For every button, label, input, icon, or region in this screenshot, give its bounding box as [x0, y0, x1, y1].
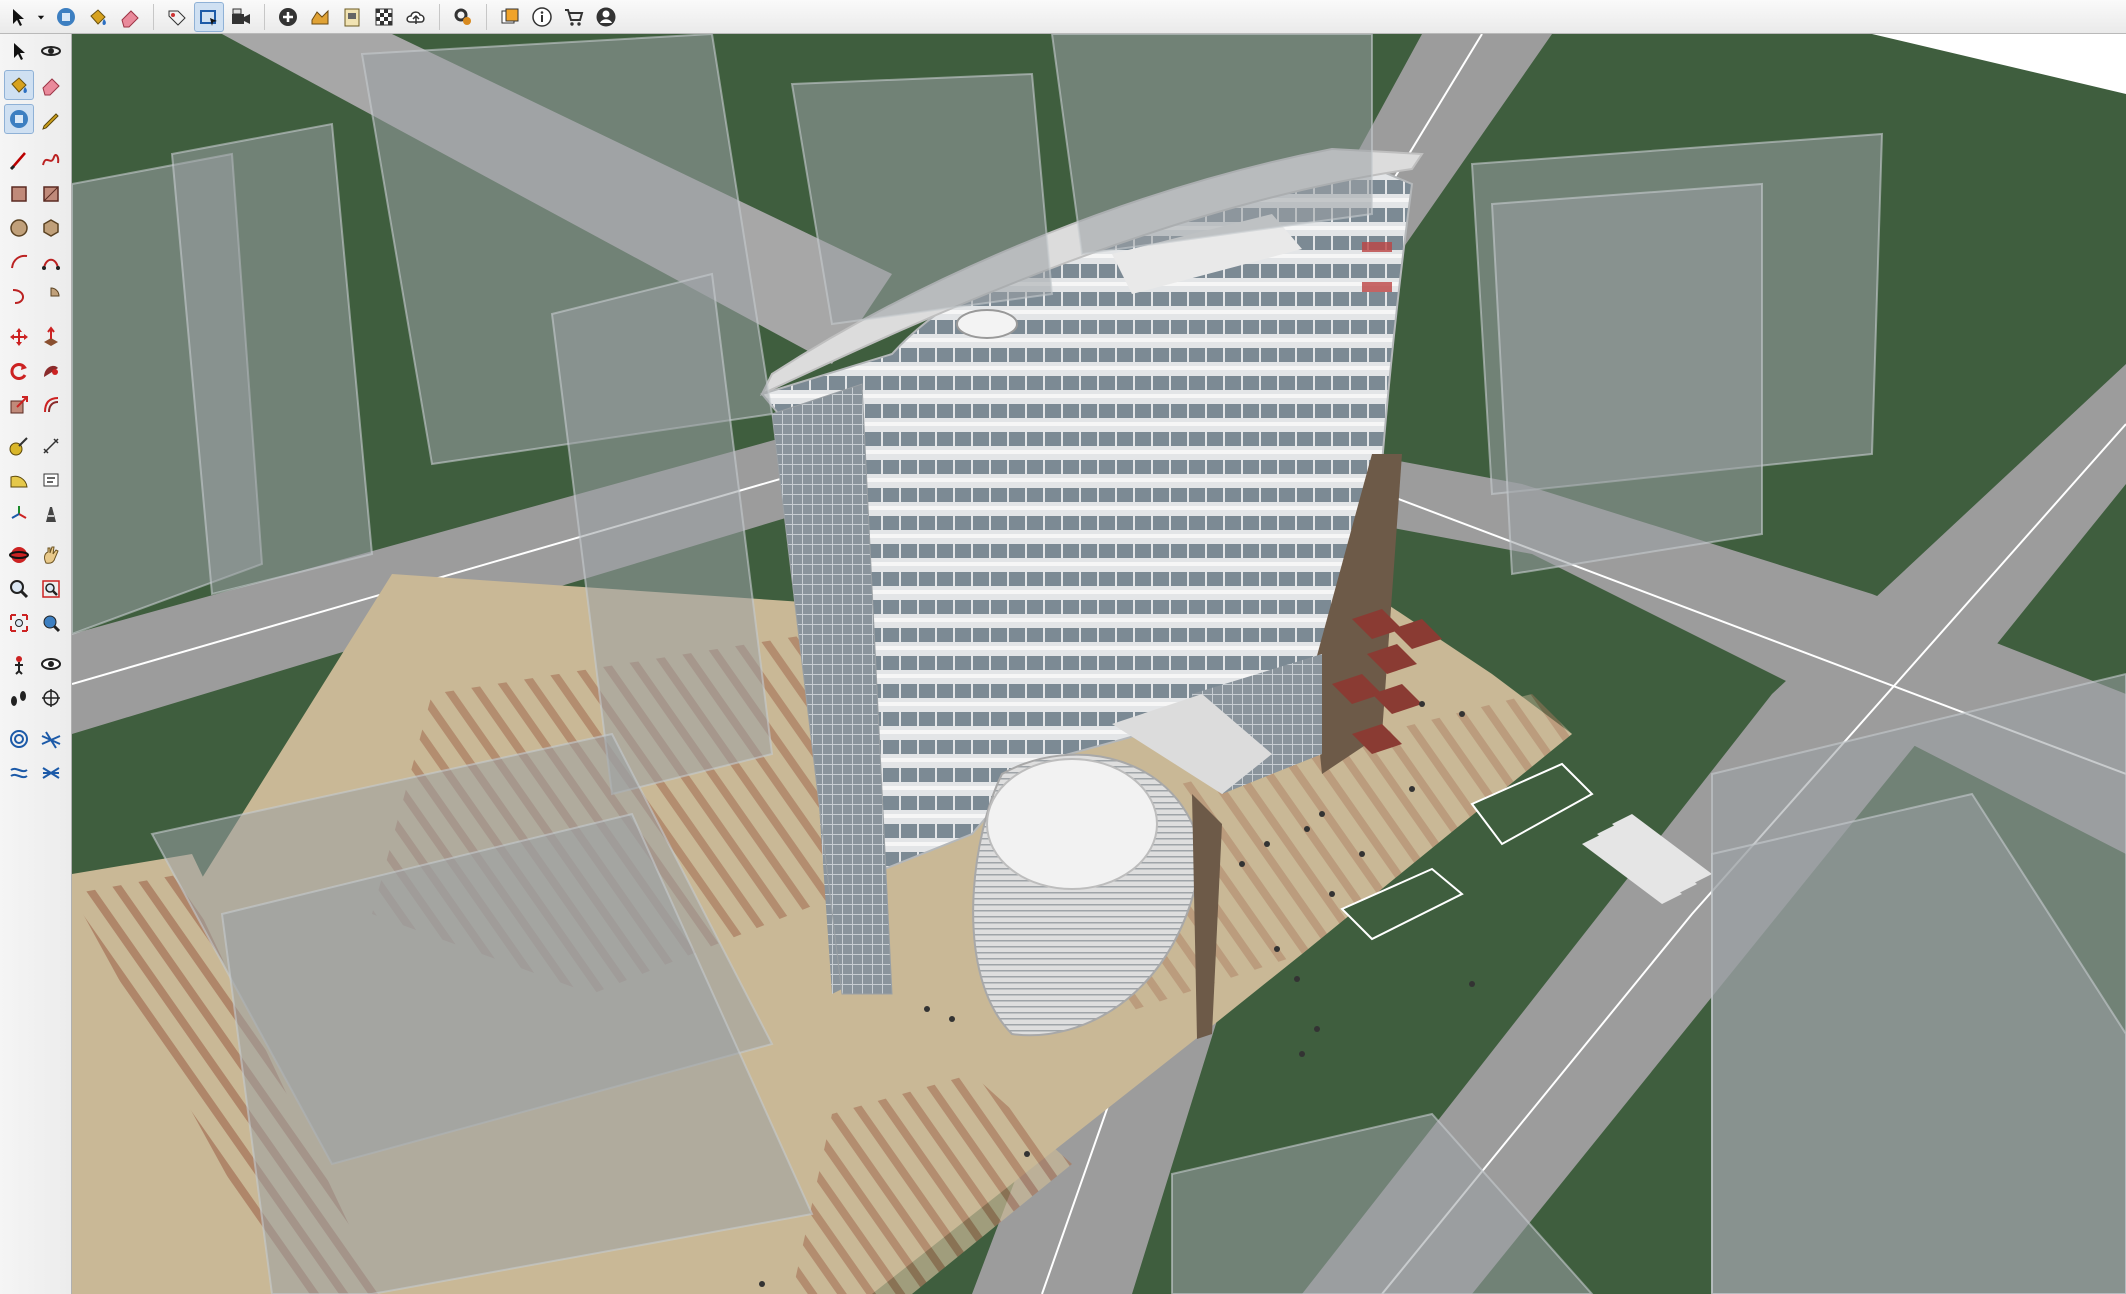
tool-row	[0, 143, 71, 177]
toolbar-separator	[264, 3, 265, 30]
toolbar-group	[270, 0, 434, 33]
info-icon[interactable]	[527, 2, 557, 32]
tool-row	[0, 68, 71, 102]
tool-row	[0, 177, 71, 211]
toolbar-group	[159, 0, 259, 33]
tool-row	[0, 34, 71, 68]
rotate-icon[interactable]	[4, 356, 34, 386]
paint-bucket-icon[interactable]	[83, 2, 113, 32]
sandbox-from-contours-icon[interactable]	[4, 724, 34, 754]
photo-textures-icon[interactable]	[369, 2, 399, 32]
stamp-icon[interactable]	[36, 758, 66, 788]
axes-icon[interactable]	[4, 499, 34, 529]
eraser-icon[interactable]	[36, 70, 66, 100]
orbit-view-icon[interactable]	[4, 540, 34, 570]
tool-row	[0, 279, 71, 313]
protractor-icon[interactable]	[4, 465, 34, 495]
walk-icon[interactable]	[4, 683, 34, 713]
3d-scene	[72, 34, 2126, 1294]
make-component-icon[interactable]	[4, 104, 34, 134]
add-location-icon[interactable]	[273, 2, 303, 32]
pan-icon[interactable]	[36, 540, 66, 570]
zoom-extents-icon[interactable]	[4, 608, 34, 638]
tool-row	[0, 606, 71, 640]
select-icon[interactable]	[3, 2, 33, 32]
select-dropdown-icon[interactable]	[34, 2, 48, 32]
toolbar-separator	[153, 3, 154, 30]
zoom-icon[interactable]	[4, 574, 34, 604]
select-icon[interactable]	[4, 36, 34, 66]
tool-row	[0, 572, 71, 606]
tag-tool-icon[interactable]	[162, 2, 192, 32]
sandbox-icon[interactable]	[305, 2, 335, 32]
scale-icon[interactable]	[4, 390, 34, 420]
cloud-upload-icon[interactable]	[401, 2, 431, 32]
line-icon[interactable]	[4, 145, 34, 175]
toolbar-group	[0, 0, 148, 33]
tool-row	[0, 429, 71, 463]
offset-icon[interactable]	[36, 390, 66, 420]
sandbox-scratch-icon[interactable]	[36, 724, 66, 754]
toolbar-separator	[486, 3, 487, 30]
polygon-icon[interactable]	[36, 213, 66, 243]
circle-icon[interactable]	[4, 213, 34, 243]
tool-row	[0, 681, 71, 715]
model-viewport[interactable]	[72, 34, 2126, 1294]
zoom-window-icon[interactable]	[36, 574, 66, 604]
tool-row	[0, 647, 71, 681]
rectangle-icon[interactable]	[4, 179, 34, 209]
paint-bucket-icon[interactable]	[4, 70, 34, 100]
camera-icon[interactable]	[226, 2, 256, 32]
freehand-icon[interactable]	[36, 145, 66, 175]
account-icon[interactable]	[591, 2, 621, 32]
follow-me-icon[interactable]	[36, 356, 66, 386]
rectangle-select-icon[interactable]	[194, 1, 224, 32]
tool-row	[0, 388, 71, 422]
main-toolbar	[0, 0, 2126, 34]
model-info-icon[interactable]	[495, 2, 525, 32]
two-point-arc-icon[interactable]	[36, 247, 66, 277]
tool-row	[0, 463, 71, 497]
tool-row	[0, 211, 71, 245]
large-tool-set	[0, 34, 72, 1294]
3d-text-icon[interactable]	[36, 499, 66, 529]
look-around-icon[interactable]	[36, 649, 66, 679]
tool-row	[0, 320, 71, 354]
move-icon[interactable]	[4, 322, 34, 352]
previous-view-icon[interactable]	[36, 608, 66, 638]
section-plane-icon[interactable]	[36, 683, 66, 713]
arc-icon[interactable]	[4, 247, 34, 277]
dimension-icon[interactable]	[36, 431, 66, 461]
text-icon[interactable]	[36, 465, 66, 495]
extension-warehouse-icon[interactable]	[559, 2, 589, 32]
toolbar-group	[445, 0, 481, 33]
tool-row	[0, 722, 71, 756]
tool-row	[0, 102, 71, 136]
three-point-arc-icon[interactable]	[4, 281, 34, 311]
smoove-icon[interactable]	[4, 758, 34, 788]
eraser-icon[interactable]	[115, 2, 145, 32]
toolbar-separator	[439, 3, 440, 30]
extension-settings-icon[interactable]	[448, 2, 478, 32]
layout-icon[interactable]	[337, 2, 367, 32]
push-pull-icon[interactable]	[36, 322, 66, 352]
tape-pencil-icon[interactable]	[36, 104, 66, 134]
tool-row	[0, 245, 71, 279]
tape-measure-icon[interactable]	[4, 431, 34, 461]
pie-icon[interactable]	[36, 281, 66, 311]
tool-row	[0, 497, 71, 531]
toolbar-group	[492, 0, 624, 33]
position-camera-icon[interactable]	[4, 649, 34, 679]
tool-row	[0, 538, 71, 572]
make-component-icon[interactable]	[51, 2, 81, 32]
orbit-icon[interactable]	[36, 36, 66, 66]
tool-row	[0, 756, 71, 790]
tool-row	[0, 354, 71, 388]
rotated-rectangle-icon[interactable]	[36, 179, 66, 209]
